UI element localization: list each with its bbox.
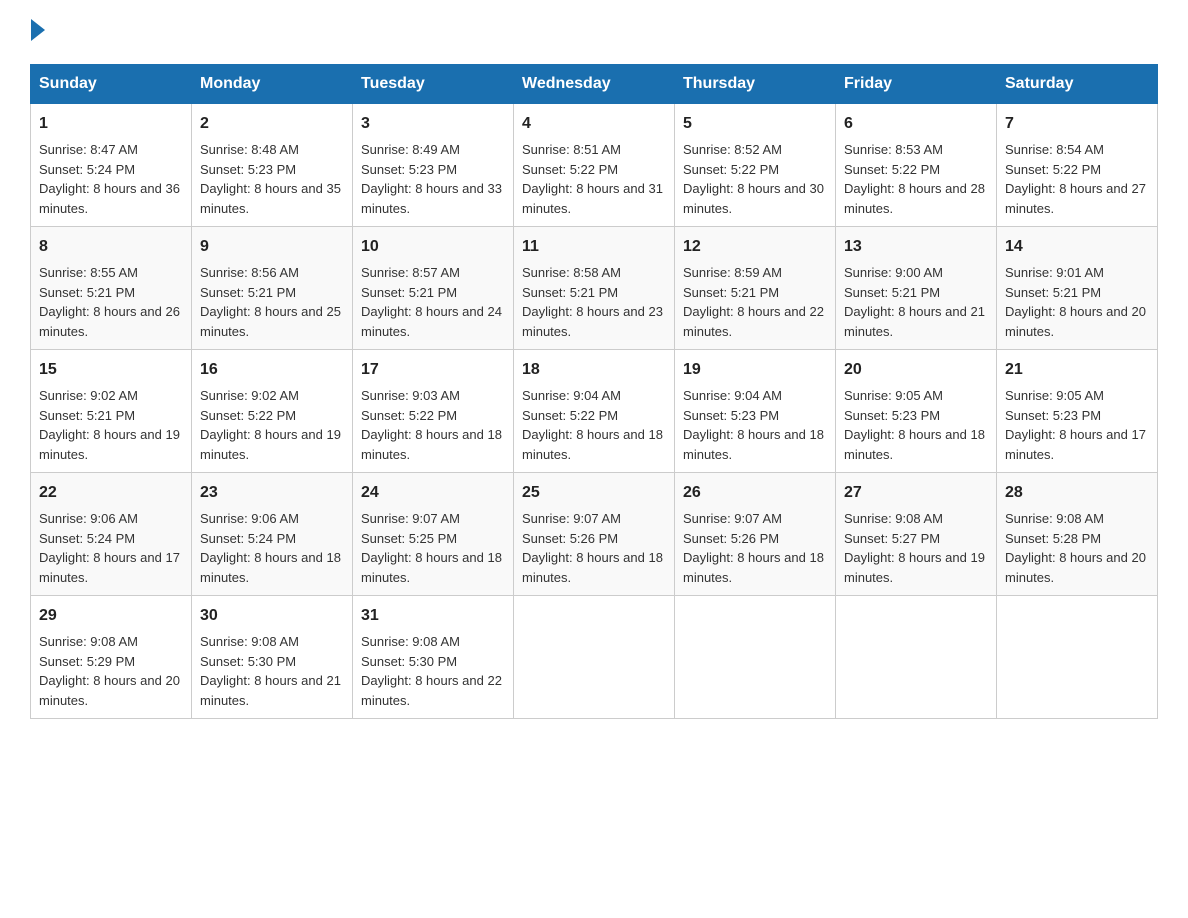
page-header xyxy=(30,20,1158,44)
day-number: 8 xyxy=(39,235,183,259)
calendar-cell: 12Sunrise: 8:59 AMSunset: 5:21 PMDayligh… xyxy=(675,227,836,350)
col-header-sunday: Sunday xyxy=(31,65,192,104)
day-number: 28 xyxy=(1005,481,1149,505)
calendar-cell: 25Sunrise: 9:07 AMSunset: 5:26 PMDayligh… xyxy=(514,473,675,596)
day-number: 3 xyxy=(361,112,505,136)
calendar-cell: 19Sunrise: 9:04 AMSunset: 5:23 PMDayligh… xyxy=(675,350,836,473)
calendar-cell: 8Sunrise: 8:55 AMSunset: 5:21 PMDaylight… xyxy=(31,227,192,350)
day-number: 25 xyxy=(522,481,666,505)
day-number: 21 xyxy=(1005,358,1149,382)
day-number: 12 xyxy=(683,235,827,259)
day-number: 30 xyxy=(200,604,344,628)
calendar-cell: 5Sunrise: 8:52 AMSunset: 5:22 PMDaylight… xyxy=(675,104,836,227)
day-number: 4 xyxy=(522,112,666,136)
day-number: 27 xyxy=(844,481,988,505)
col-header-wednesday: Wednesday xyxy=(514,65,675,104)
calendar-table: SundayMondayTuesdayWednesdayThursdayFrid… xyxy=(30,64,1158,719)
calendar-cell xyxy=(514,596,675,719)
calendar-cell: 28Sunrise: 9:08 AMSunset: 5:28 PMDayligh… xyxy=(997,473,1158,596)
calendar-week-row: 15Sunrise: 9:02 AMSunset: 5:21 PMDayligh… xyxy=(31,350,1158,473)
calendar-cell: 21Sunrise: 9:05 AMSunset: 5:23 PMDayligh… xyxy=(997,350,1158,473)
calendar-cell xyxy=(675,596,836,719)
calendar-cell: 6Sunrise: 8:53 AMSunset: 5:22 PMDaylight… xyxy=(836,104,997,227)
day-number: 31 xyxy=(361,604,505,628)
day-number: 7 xyxy=(1005,112,1149,136)
calendar-cell: 27Sunrise: 9:08 AMSunset: 5:27 PMDayligh… xyxy=(836,473,997,596)
calendar-week-row: 29Sunrise: 9:08 AMSunset: 5:29 PMDayligh… xyxy=(31,596,1158,719)
day-number: 18 xyxy=(522,358,666,382)
calendar-cell: 26Sunrise: 9:07 AMSunset: 5:26 PMDayligh… xyxy=(675,473,836,596)
col-header-friday: Friday xyxy=(836,65,997,104)
calendar-cell: 30Sunrise: 9:08 AMSunset: 5:30 PMDayligh… xyxy=(192,596,353,719)
day-number: 6 xyxy=(844,112,988,136)
calendar-cell: 23Sunrise: 9:06 AMSunset: 5:24 PMDayligh… xyxy=(192,473,353,596)
calendar-cell: 17Sunrise: 9:03 AMSunset: 5:22 PMDayligh… xyxy=(353,350,514,473)
calendar-week-row: 22Sunrise: 9:06 AMSunset: 5:24 PMDayligh… xyxy=(31,473,1158,596)
calendar-cell xyxy=(997,596,1158,719)
calendar-cell: 14Sunrise: 9:01 AMSunset: 5:21 PMDayligh… xyxy=(997,227,1158,350)
day-number: 26 xyxy=(683,481,827,505)
day-number: 23 xyxy=(200,481,344,505)
calendar-cell: 29Sunrise: 9:08 AMSunset: 5:29 PMDayligh… xyxy=(31,596,192,719)
calendar-cell: 10Sunrise: 8:57 AMSunset: 5:21 PMDayligh… xyxy=(353,227,514,350)
calendar-cell: 2Sunrise: 8:48 AMSunset: 5:23 PMDaylight… xyxy=(192,104,353,227)
col-header-thursday: Thursday xyxy=(675,65,836,104)
day-number: 15 xyxy=(39,358,183,382)
day-number: 9 xyxy=(200,235,344,259)
logo xyxy=(30,20,45,44)
day-number: 14 xyxy=(1005,235,1149,259)
calendar-cell xyxy=(836,596,997,719)
calendar-cell: 11Sunrise: 8:58 AMSunset: 5:21 PMDayligh… xyxy=(514,227,675,350)
day-number: 29 xyxy=(39,604,183,628)
day-number: 19 xyxy=(683,358,827,382)
calendar-cell: 4Sunrise: 8:51 AMSunset: 5:22 PMDaylight… xyxy=(514,104,675,227)
day-number: 2 xyxy=(200,112,344,136)
day-number: 24 xyxy=(361,481,505,505)
calendar-week-row: 1Sunrise: 8:47 AMSunset: 5:24 PMDaylight… xyxy=(31,104,1158,227)
day-number: 22 xyxy=(39,481,183,505)
calendar-cell: 3Sunrise: 8:49 AMSunset: 5:23 PMDaylight… xyxy=(353,104,514,227)
day-number: 16 xyxy=(200,358,344,382)
calendar-cell: 1Sunrise: 8:47 AMSunset: 5:24 PMDaylight… xyxy=(31,104,192,227)
day-number: 10 xyxy=(361,235,505,259)
day-number: 5 xyxy=(683,112,827,136)
day-number: 17 xyxy=(361,358,505,382)
calendar-cell: 31Sunrise: 9:08 AMSunset: 5:30 PMDayligh… xyxy=(353,596,514,719)
calendar-cell: 18Sunrise: 9:04 AMSunset: 5:22 PMDayligh… xyxy=(514,350,675,473)
calendar-header-row: SundayMondayTuesdayWednesdayThursdayFrid… xyxy=(31,65,1158,104)
col-header-saturday: Saturday xyxy=(997,65,1158,104)
day-number: 1 xyxy=(39,112,183,136)
logo-arrow-icon xyxy=(31,19,45,41)
calendar-cell: 16Sunrise: 9:02 AMSunset: 5:22 PMDayligh… xyxy=(192,350,353,473)
calendar-cell: 7Sunrise: 8:54 AMSunset: 5:22 PMDaylight… xyxy=(997,104,1158,227)
day-number: 20 xyxy=(844,358,988,382)
calendar-cell: 15Sunrise: 9:02 AMSunset: 5:21 PMDayligh… xyxy=(31,350,192,473)
calendar-cell: 20Sunrise: 9:05 AMSunset: 5:23 PMDayligh… xyxy=(836,350,997,473)
calendar-cell: 13Sunrise: 9:00 AMSunset: 5:21 PMDayligh… xyxy=(836,227,997,350)
calendar-cell: 22Sunrise: 9:06 AMSunset: 5:24 PMDayligh… xyxy=(31,473,192,596)
col-header-monday: Monday xyxy=(192,65,353,104)
day-number: 11 xyxy=(522,235,666,259)
calendar-cell: 24Sunrise: 9:07 AMSunset: 5:25 PMDayligh… xyxy=(353,473,514,596)
calendar-cell: 9Sunrise: 8:56 AMSunset: 5:21 PMDaylight… xyxy=(192,227,353,350)
calendar-week-row: 8Sunrise: 8:55 AMSunset: 5:21 PMDaylight… xyxy=(31,227,1158,350)
col-header-tuesday: Tuesday xyxy=(353,65,514,104)
day-number: 13 xyxy=(844,235,988,259)
